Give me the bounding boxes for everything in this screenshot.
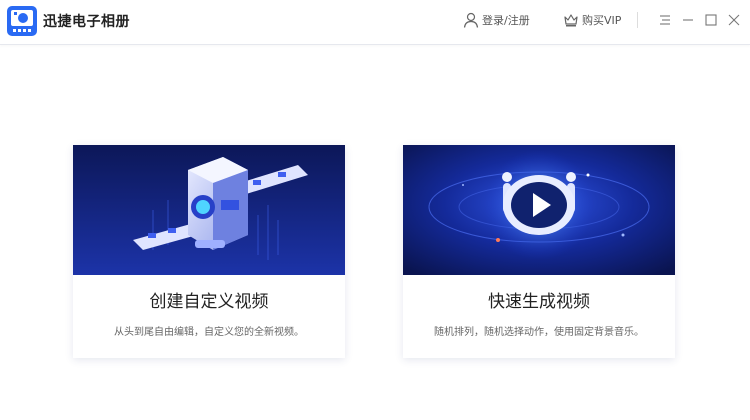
buy-vip-label: 购买VIP <box>582 14 622 27</box>
video-machine-illustration-icon <box>73 145 345 275</box>
card-title: 创建自定义视频 <box>149 292 269 312</box>
menu-icon[interactable] <box>657 12 673 28</box>
crown-icon <box>564 14 578 27</box>
minimize-icon[interactable] <box>680 12 696 28</box>
card-title: 快速生成视频 <box>488 292 590 312</box>
login-register-label: 登录/注册 <box>482 14 530 27</box>
close-icon[interactable] <box>726 12 742 28</box>
card-description: 随机排列，随机选择动作，使用固定背景音乐。 <box>434 327 644 338</box>
play-button-illustration-icon <box>403 145 675 275</box>
card-description: 从头到尾自由编辑，自定义您的全新视频。 <box>114 327 304 338</box>
login-register-button[interactable]: 登录/注册 <box>463 12 530 28</box>
maximize-icon[interactable] <box>703 12 719 28</box>
app-logo-icon <box>7 6 37 36</box>
title-bar: 迅捷电子相册 登录/注册 购买VIP <box>0 0 750 45</box>
header-divider <box>637 12 638 28</box>
create-custom-video-card[interactable]: 创建自定义视频 从头到尾自由编辑，自定义您的全新视频。 <box>73 145 345 358</box>
user-icon <box>463 12 479 28</box>
buy-vip-button[interactable]: 购买VIP <box>563 12 621 28</box>
app-title: 迅捷电子相册 <box>43 14 130 30</box>
quick-generate-video-card[interactable]: 快速生成视频 随机排列，随机选择动作，使用固定背景音乐。 <box>403 145 675 358</box>
